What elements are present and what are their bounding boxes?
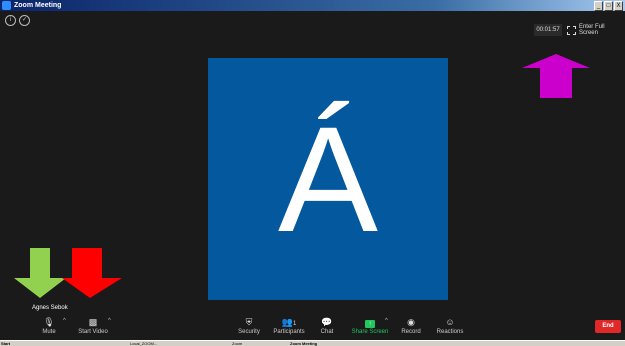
taskbar-item[interactable]: Zoom	[232, 341, 242, 346]
participants-button[interactable]: 👥1 Participants	[270, 317, 308, 337]
red-down-arrow-annotation	[62, 248, 122, 298]
participant-video-tile[interactable]: Á	[208, 58, 448, 300]
window-title: Zoom Meeting	[14, 2, 62, 9]
video-off-icon: ▩	[88, 317, 98, 327]
start-button[interactable]: Start	[1, 341, 10, 346]
share-options-chevron-icon[interactable]: ^	[385, 318, 388, 324]
avatar-initial: Á	[277, 95, 379, 263]
zoom-logo-icon	[2, 1, 11, 10]
record-button[interactable]: ◉ Record	[400, 317, 422, 337]
start-video-label: Start Video	[78, 329, 108, 335]
taskbar-item-active[interactable]: Zoom Meeting	[290, 341, 317, 346]
encryption-shield-icon[interactable]: ✓	[19, 15, 30, 26]
share-screen-button[interactable]: ↑ Share Screen	[350, 317, 390, 337]
windows-taskbar: Start Local_ZOOM... Zoom Zoom Meeting	[0, 340, 625, 346]
video-options-chevron-icon[interactable]: ^	[108, 318, 111, 324]
end-meeting-button[interactable]: End	[595, 320, 621, 333]
fullscreen-label: Enter Full Screen	[578, 24, 605, 36]
start-video-button[interactable]: ▩ Start Video	[75, 317, 111, 337]
participants-icon: 👥1	[281, 317, 297, 327]
chat-button[interactable]: 💬 Chat	[318, 317, 336, 337]
participants-label: Participants	[273, 329, 305, 335]
mute-button[interactable]: 🎙 Mute	[38, 317, 60, 337]
participants-count: 1	[292, 321, 297, 327]
fullscreen-icon	[567, 25, 576, 35]
close-button[interactable]: X	[614, 1, 623, 11]
reactions-label: Reactions	[436, 329, 464, 335]
taskbar-item[interactable]: Local_ZOOM...	[130, 341, 157, 346]
mute-label: Mute	[42, 329, 56, 335]
microphone-icon: 🎙	[43, 317, 55, 327]
enter-full-screen-button[interactable]: Enter Full Screen	[567, 24, 625, 36]
meeting-timer: 00:01:57	[534, 24, 562, 36]
share-screen-icon: ↑	[350, 317, 390, 328]
share-screen-label: Share Screen	[351, 329, 389, 335]
audio-options-chevron-icon[interactable]: ^	[63, 318, 66, 324]
maximize-button[interactable]: □	[604, 1, 613, 11]
minimize-button[interactable]: _	[594, 1, 603, 11]
reactions-button[interactable]: ☺ Reactions	[436, 317, 464, 337]
security-button[interactable]: ⛨ Security	[236, 317, 262, 337]
magenta-up-arrow-annotation	[522, 54, 590, 98]
chat-label: Chat	[320, 329, 334, 335]
chat-bubble-icon: 💬	[321, 317, 333, 327]
record-icon: ◉	[407, 317, 415, 327]
security-label: Security	[238, 329, 260, 335]
participant-name: Agnes Sebok	[32, 305, 68, 311]
shield-icon: ⛨	[245, 317, 253, 327]
window-title-bar[interactable]: Zoom Meeting _ □ X	[0, 0, 625, 11]
info-icon[interactable]: i	[5, 15, 16, 26]
reactions-emoji-icon: ☺	[445, 317, 455, 327]
record-label: Record	[401, 329, 421, 335]
